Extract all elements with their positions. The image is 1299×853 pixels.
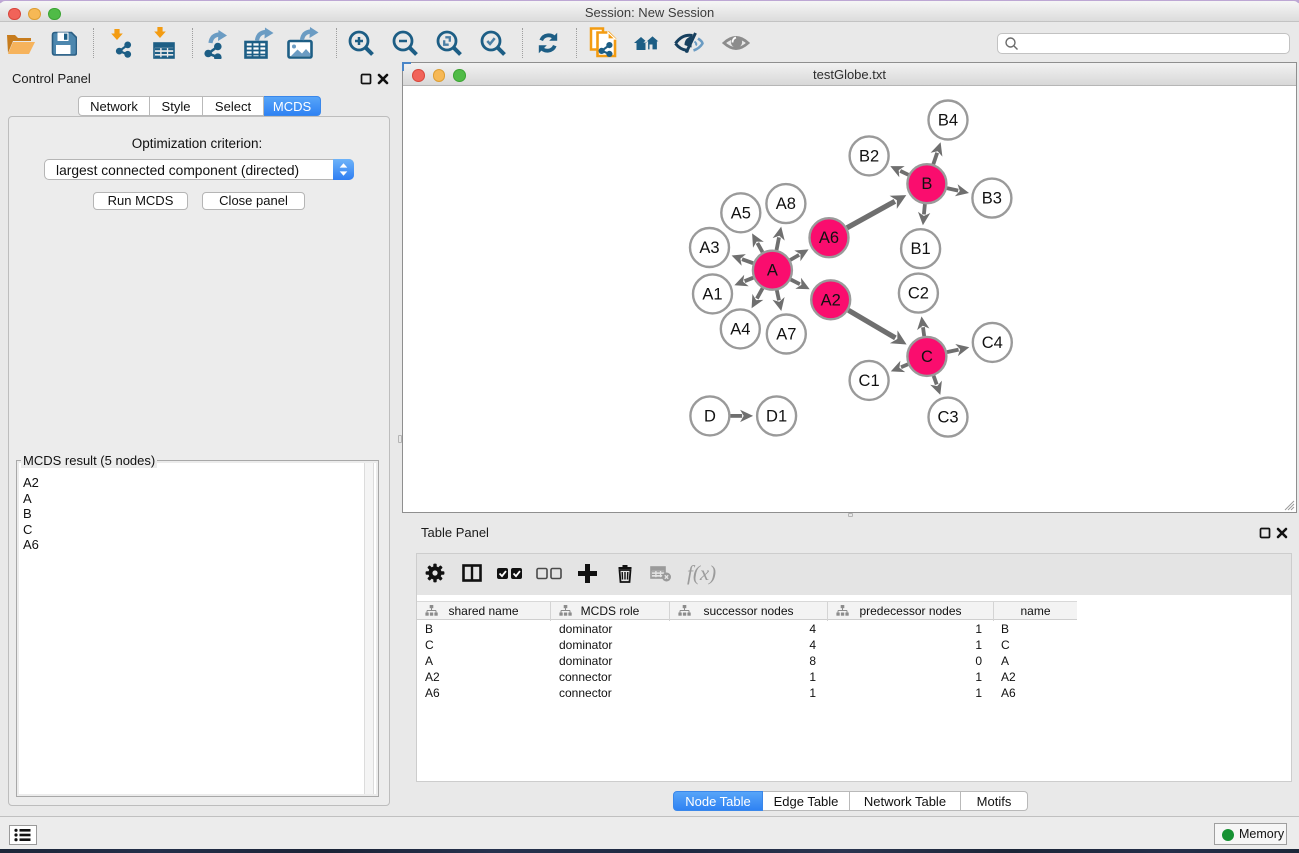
svg-text:A1: A1 <box>702 285 722 303</box>
svg-text:B1: B1 <box>911 240 931 258</box>
svg-text:A8: A8 <box>776 195 796 213</box>
svg-text:B3: B3 <box>982 190 1002 208</box>
svg-text:D1: D1 <box>766 407 787 425</box>
svg-text:C2: C2 <box>908 285 929 303</box>
svg-text:A5: A5 <box>731 204 751 222</box>
svg-text:A: A <box>767 262 778 280</box>
svg-text:B4: B4 <box>938 112 958 130</box>
svg-text:D: D <box>704 407 716 425</box>
svg-text:C: C <box>921 348 933 366</box>
svg-text:C3: C3 <box>937 409 958 427</box>
svg-text:B2: B2 <box>859 147 879 165</box>
svg-text:C1: C1 <box>859 372 880 390</box>
svg-text:A2: A2 <box>821 291 841 309</box>
svg-text:A3: A3 <box>699 239 719 257</box>
svg-text:A7: A7 <box>776 326 796 344</box>
svg-text:C4: C4 <box>982 334 1003 352</box>
svg-text:A4: A4 <box>730 320 750 338</box>
svg-text:A6: A6 <box>819 229 839 247</box>
svg-text:B: B <box>921 175 932 193</box>
